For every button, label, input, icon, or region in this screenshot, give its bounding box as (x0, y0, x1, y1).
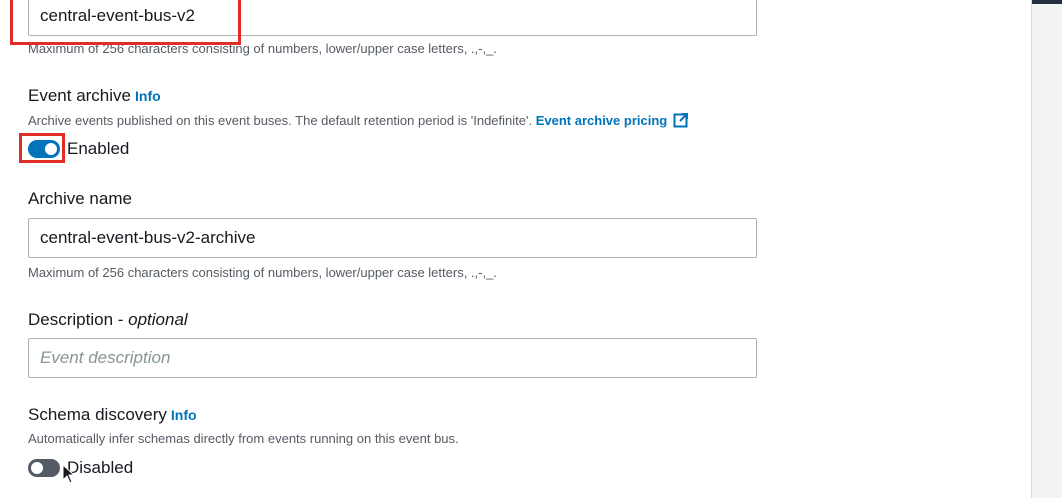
toggle-knob (31, 462, 43, 474)
description-placeholder: Event description (40, 348, 171, 367)
form-panel: central-event-bus-v2 Maximum of 256 char… (0, 0, 1032, 498)
mouse-cursor-icon (62, 464, 76, 484)
event-archive-toggle-label: Enabled (67, 139, 130, 158)
external-link-icon[interactable] (673, 112, 689, 128)
schema-discovery-toggle-row[interactable]: Disabled (28, 458, 133, 478)
schema-discovery-info-link[interactable]: Info (171, 407, 197, 423)
description-label: Description - optional (28, 310, 188, 329)
description-input[interactable]: Event description (28, 338, 757, 378)
event-archive-pricing-link[interactable]: Event archive pricing (536, 113, 668, 128)
archive-name-label: Archive name (28, 189, 132, 208)
highlight-archive-toggle (19, 133, 65, 163)
archive-name-value: central-event-bus-v2-archive (40, 228, 256, 247)
schema-discovery-toggle[interactable] (28, 459, 60, 477)
schema-discovery-label: Schema discovery Info (28, 405, 197, 424)
event-archive-description: Archive events published on this event b… (28, 112, 689, 128)
archive-name-hint: Maximum of 256 characters consisting of … (28, 265, 497, 280)
event-archive-label: Event archive Info (28, 86, 161, 105)
highlight-event-bus-name (10, 0, 241, 45)
schema-discovery-toggle-label: Disabled (67, 458, 134, 477)
event-archive-info-link[interactable]: Info (135, 88, 161, 104)
archive-name-input[interactable]: central-event-bus-v2-archive (28, 218, 757, 258)
schema-discovery-description: Automatically infer schemas directly fro… (28, 431, 459, 446)
page-gutter (1033, 4, 1062, 498)
